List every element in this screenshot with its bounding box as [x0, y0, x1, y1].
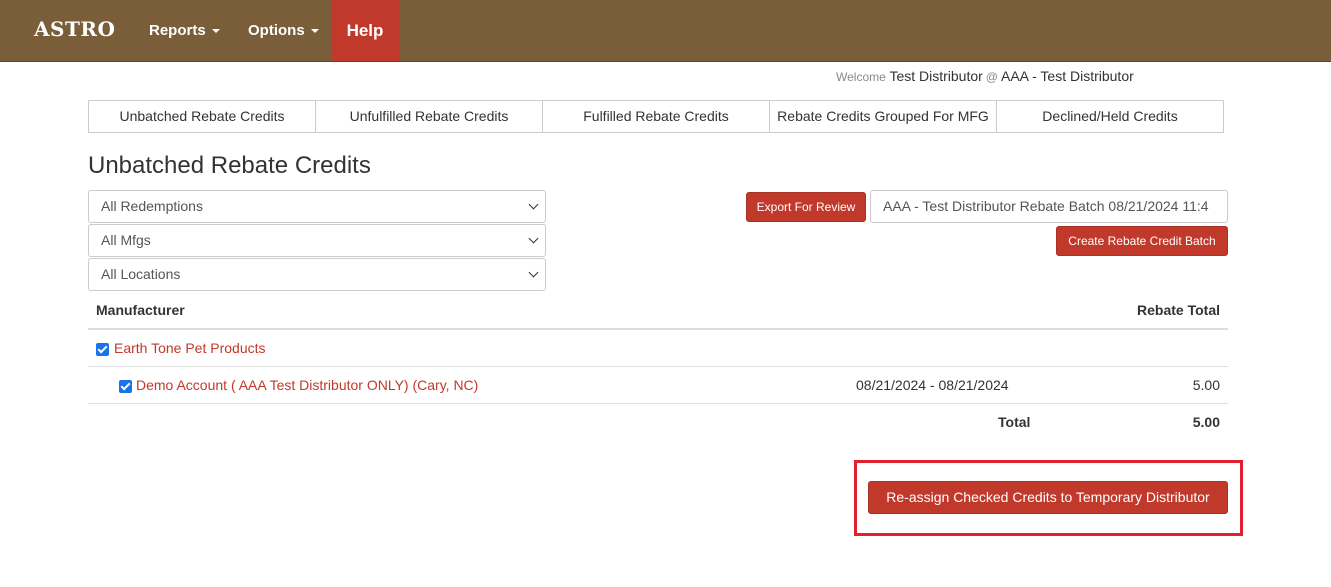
redemptions-select-value: All Redemptions [101, 198, 203, 214]
create-rebate-credit-batch-button[interactable]: Create Rebate Credit Batch [1056, 226, 1228, 256]
brand-logo[interactable]: ASTRO [34, 17, 115, 41]
nav-options-dropdown[interactable]: Options [248, 0, 319, 61]
total-row: Total 5.00 [88, 404, 1228, 441]
welcome-at: @ [985, 70, 998, 84]
caret-down-icon [310, 29, 319, 34]
rebate-credits-table: Manufacturer Rebate Total Earth Tone Pet… [88, 292, 1228, 441]
page-title: Unbatched Rebate Credits [88, 152, 371, 179]
tab-fulfilled[interactable]: Fulfilled Rebate Credits [542, 100, 770, 133]
account-link[interactable]: Demo Account ( AAA Test Distributor ONLY… [136, 377, 478, 393]
account-row: Demo Account ( AAA Test Distributor ONLY… [88, 367, 1228, 404]
welcome-prefix: Welcome [836, 70, 886, 84]
account-amount: 5.00 [1192, 377, 1220, 393]
welcome-org: AAA - Test Distributor [1000, 68, 1134, 84]
header-manufacturer: Manufacturer [96, 302, 185, 318]
welcome-user: Test Distributor [889, 68, 983, 84]
nav-help-button[interactable]: Help [331, 0, 399, 61]
welcome-message: Welcome Test Distributor @ AAA - Test Dist… [836, 68, 1134, 84]
table-header: Manufacturer Rebate Total [88, 292, 1228, 330]
nav-reports-label: Reports [149, 22, 206, 39]
caret-down-icon [211, 29, 220, 34]
reassign-credits-button[interactable]: Re-assign Checked Credits to Temporary D… [868, 481, 1228, 514]
chevron-down-icon [528, 267, 539, 278]
top-navbar: ASTRO Reports Options Help [0, 0, 1331, 62]
locations-select-value: All Locations [101, 266, 181, 282]
chevron-down-icon [528, 233, 539, 244]
rebate-tabs: Unbatched Rebate Credits Unfulfilled Reb… [88, 100, 1228, 133]
account-date-range: 08/21/2024 - 08/21/2024 [856, 377, 1009, 393]
manufacturer-row: Earth Tone Pet Products [88, 330, 1228, 367]
header-rebate-total: Rebate Total [1137, 302, 1220, 318]
manufacturer-link[interactable]: Earth Tone Pet Products [114, 340, 266, 356]
mfgs-select[interactable]: All Mfgs [88, 224, 546, 257]
nav-options-label: Options [248, 22, 305, 39]
chevron-down-icon [528, 199, 539, 210]
tab-declined-held[interactable]: Declined/Held Credits [996, 100, 1224, 133]
tab-unbatched[interactable]: Unbatched Rebate Credits [88, 100, 316, 133]
locations-select[interactable]: All Locations [88, 258, 546, 291]
nav-reports-dropdown[interactable]: Reports [149, 0, 220, 61]
export-for-review-button[interactable]: Export For Review [746, 192, 866, 222]
manufacturer-checkbox[interactable] [96, 343, 109, 356]
tab-unfulfilled[interactable]: Unfulfilled Rebate Credits [315, 100, 543, 133]
account-checkbox[interactable] [119, 380, 132, 393]
redemptions-select[interactable]: All Redemptions [88, 190, 546, 223]
total-label: Total [998, 414, 1031, 430]
mfgs-select-value: All Mfgs [101, 232, 151, 248]
total-amount: 5.00 [1192, 414, 1220, 430]
batch-name-input[interactable]: AAA - Test Distributor Rebate Batch 08/2… [870, 190, 1228, 223]
tab-grouped-for-mfg[interactable]: Rebate Credits Grouped For MFG [769, 100, 997, 133]
